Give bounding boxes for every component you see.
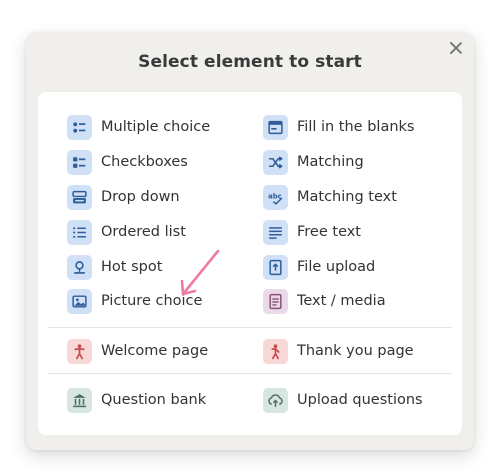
element-label: Matching text — [297, 189, 397, 205]
element-ordered-list[interactable]: Ordered list — [67, 218, 186, 246]
element-matching[interactable]: Matching — [263, 148, 364, 176]
element-multiple-choice[interactable]: Multiple choice — [67, 113, 210, 141]
close-icon[interactable] — [447, 39, 465, 57]
element-label: Matching — [297, 154, 364, 170]
element-label: Upload questions — [297, 392, 423, 408]
ordered-list-icon — [67, 219, 92, 245]
cloud-upload-icon — [263, 387, 288, 413]
text-media-icon — [263, 288, 288, 314]
element-label: File upload — [297, 259, 376, 275]
drop-down-icon — [67, 184, 92, 210]
file-upload-icon — [263, 254, 288, 280]
element-hot-spot[interactable]: Hot spot — [67, 253, 162, 281]
element-label: Question bank — [101, 392, 207, 408]
section-divider — [48, 373, 452, 374]
element-label: Text / media — [297, 293, 386, 309]
element-free-text[interactable]: Free text — [263, 218, 361, 246]
element-label: Free text — [297, 224, 361, 240]
element-drop-down[interactable]: Drop down — [67, 183, 180, 211]
hot-spot-icon — [67, 254, 92, 280]
person-icon — [263, 338, 288, 364]
select-element-dialog: Select element to start Multiple choice … — [26, 32, 474, 450]
element-matching-text[interactable]: abc Matching text — [263, 183, 397, 211]
picture-choice-icon — [67, 288, 92, 314]
element-file-upload[interactable]: File upload — [263, 253, 375, 281]
matching-text-icon: abc — [263, 184, 288, 210]
element-welcome-page[interactable]: Welcome page — [67, 337, 208, 365]
fill-in-the-blanks-icon — [263, 114, 288, 140]
element-label: Drop down — [101, 189, 180, 205]
element-text-media[interactable]: Text / media — [263, 287, 386, 315]
dialog-title: Select element to start — [138, 52, 362, 72]
element-fill-in-the-blanks[interactable]: Fill in the blanks — [263, 113, 414, 141]
element-checkboxes[interactable]: Checkboxes — [67, 148, 188, 176]
matching-icon — [263, 149, 288, 175]
person-icon — [67, 338, 92, 364]
section-divider — [48, 327, 452, 328]
checkboxes-icon — [67, 149, 92, 175]
free-text-icon — [263, 219, 288, 245]
element-label: Ordered list — [101, 224, 186, 240]
element-label: Welcome page — [101, 343, 209, 359]
element-label: Hot spot — [101, 259, 163, 275]
element-panel: Multiple choice Checkboxes Drop down Ord… — [38, 92, 462, 435]
element-question-bank[interactable]: Question bank — [67, 386, 206, 414]
annotation-arrow-icon — [180, 249, 220, 296]
element-label: Multiple choice — [101, 119, 211, 135]
element-upload-questions[interactable]: Upload questions — [263, 386, 423, 414]
element-thank-you-page[interactable]: Thank you page — [263, 337, 414, 365]
element-label: Fill in the blanks — [297, 119, 415, 135]
multiple-choice-icon — [67, 114, 92, 140]
bank-icon — [67, 387, 92, 413]
element-label: Thank you page — [297, 343, 414, 359]
element-label: Checkboxes — [101, 154, 188, 170]
